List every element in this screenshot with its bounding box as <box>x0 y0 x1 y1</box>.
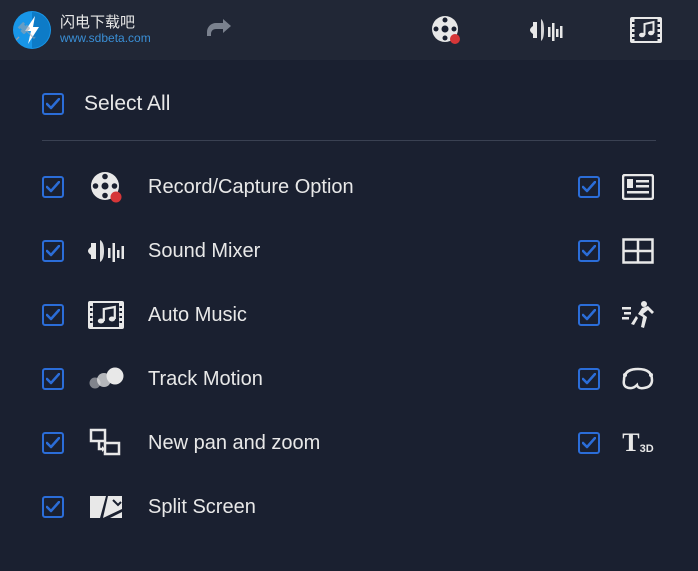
subtitle-icon <box>620 174 656 200</box>
checkbox-record-capture[interactable] <box>42 176 64 198</box>
list-item: Split Screen <box>42 489 656 525</box>
checkbox-shape-path[interactable] <box>578 368 600 390</box>
logo-area: 闪电下载吧 www.sdbeta.com <box>12 10 151 50</box>
pan-zoom-icon <box>84 427 128 459</box>
item-label: Split Screen <box>148 496 656 519</box>
toolbar: 闪电下载吧 www.sdbeta.com <box>0 0 698 60</box>
track-motion-icon <box>84 366 128 392</box>
checkbox-auto-music[interactable] <box>42 304 64 326</box>
t3d-icon: T 3D <box>620 428 656 458</box>
item-label: Track Motion <box>148 368 558 391</box>
list-item: Track Motion <box>42 361 656 397</box>
sound-mixer-toolbar-icon[interactable] <box>526 10 566 50</box>
logo-title: 闪电下载吧 <box>60 15 151 32</box>
redo-icon[interactable] <box>199 10 239 50</box>
shape-path-icon <box>620 365 656 393</box>
select-all-checkbox[interactable] <box>42 93 64 115</box>
checkbox-subtitle[interactable] <box>578 176 600 198</box>
select-all-row: Select All <box>42 92 656 141</box>
options-list: Record/Capture Option <box>42 169 656 525</box>
logo-url: www.sdbeta.com <box>60 32 151 45</box>
list-item: Sound Mixer <box>42 233 656 269</box>
tools-icon <box>14 20 36 42</box>
checkbox-motion-man[interactable] <box>578 304 600 326</box>
item-label: Record/Capture Option <box>148 176 558 199</box>
item-label: Auto Music <box>148 304 558 327</box>
content: Select All Record/Capture Option <box>0 60 698 545</box>
checkbox-track-motion[interactable] <box>42 368 64 390</box>
list-item: Record/Capture Option <box>42 169 656 205</box>
record-capture-icon <box>84 170 128 204</box>
select-all-label: Select All <box>84 92 170 116</box>
sound-mixer-icon <box>84 236 128 266</box>
motion-man-icon <box>620 300 656 330</box>
checkbox-sound-mixer[interactable] <box>42 240 64 262</box>
item-label: New pan and zoom <box>148 432 558 455</box>
list-item: Auto Music <box>42 297 656 333</box>
split-screen-icon <box>84 492 128 522</box>
grid-icon <box>620 238 656 264</box>
checkbox-split-screen[interactable] <box>42 496 64 518</box>
auto-music-toolbar-icon[interactable] <box>626 10 666 50</box>
checkbox-t3d[interactable] <box>578 432 600 454</box>
checkbox-grid[interactable] <box>578 240 600 262</box>
checkbox-pan-zoom[interactable] <box>42 432 64 454</box>
auto-music-icon <box>84 299 128 331</box>
item-label: Sound Mixer <box>148 240 558 263</box>
record-capture-toolbar-icon[interactable] <box>426 10 466 50</box>
list-item: New pan and zoom T 3D <box>42 425 656 461</box>
